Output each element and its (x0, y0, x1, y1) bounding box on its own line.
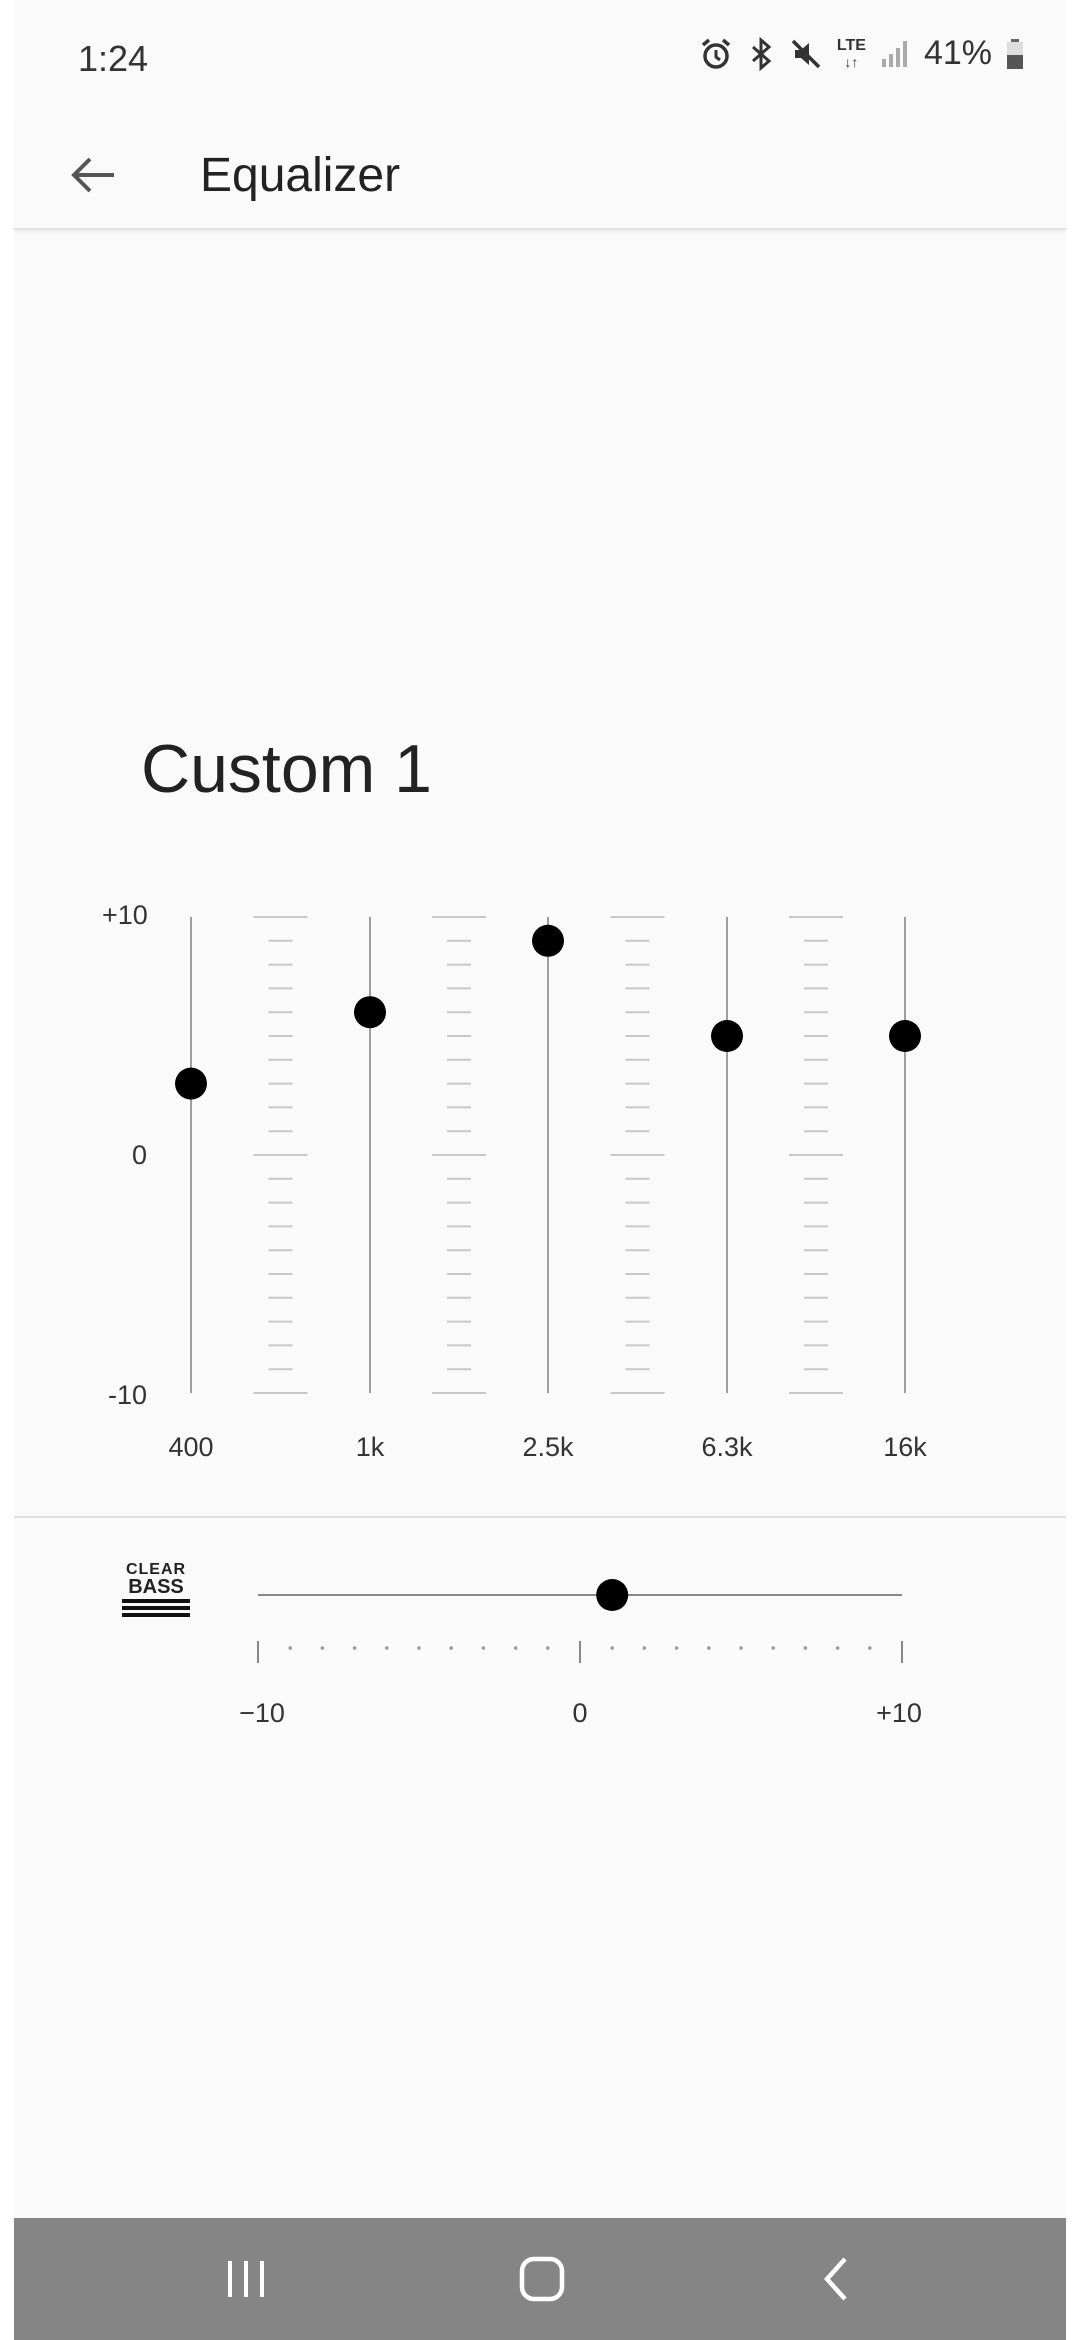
page-background (14, 0, 1066, 2340)
bluetooth-icon (747, 36, 775, 71)
clear-bass-logo-bar (122, 1613, 190, 1617)
nav-back-button[interactable] (796, 2246, 876, 2312)
eq-axis-mid-label: 0 (132, 1140, 148, 1170)
home-button[interactable] (502, 2246, 582, 2312)
preset-name[interactable]: Custom 1 (141, 730, 432, 808)
status-bar: 1:24 LTE ↓↑ 41% (0, 0, 1080, 120)
page-title: Equalizer (200, 149, 401, 202)
clear-bass-mid-label: 0 (572, 1698, 588, 1728)
nav-bar (14, 2218, 1066, 2340)
recents-button[interactable] (206, 2246, 286, 2312)
signal-icon (880, 39, 910, 69)
clear-bass-logo: CLEAR BASS (122, 1562, 190, 1617)
eq-frequency-label: 400 (168, 1432, 214, 1462)
clear-bass-max-label: +10 (876, 1698, 922, 1728)
data-arrows-icon: ↓↑ (844, 53, 859, 70)
battery-percent: 41% (923, 34, 992, 72)
eq-frequency-label: 1k (355, 1432, 385, 1462)
eq-axis-min-label: -10 (108, 1380, 148, 1410)
clear-bass-logo-line2: BASS (128, 1576, 184, 1598)
clear-bass-logo-bar (122, 1599, 190, 1603)
clear-bass-logo-bar (122, 1606, 190, 1610)
lte-icon: LTE ↓↑ (836, 36, 866, 70)
status-time: 1:24 (78, 38, 149, 79)
recents-icon (228, 2261, 264, 2297)
arrow-left-icon (71, 157, 114, 193)
clear-bass-min-label: −10 (239, 1698, 285, 1728)
mute-icon (789, 37, 823, 71)
back-icon (823, 2257, 847, 2301)
eq-axis-max-label: +10 (102, 900, 148, 930)
back-button[interactable] (58, 140, 128, 210)
app-bar: Equalizer (14, 120, 1066, 230)
eq-frequency-label: 6.3k (701, 1432, 753, 1462)
status-icons: LTE ↓↑ 41% (699, 34, 1024, 73)
lte-label: LTE (836, 36, 866, 54)
battery-icon (1006, 38, 1024, 70)
eq-frequency-label: 16k (883, 1432, 927, 1462)
divider (14, 1516, 1066, 1518)
alarm-icon (699, 37, 733, 71)
home-icon (519, 2256, 565, 2302)
eq-frequency-label: 2.5k (522, 1432, 574, 1462)
